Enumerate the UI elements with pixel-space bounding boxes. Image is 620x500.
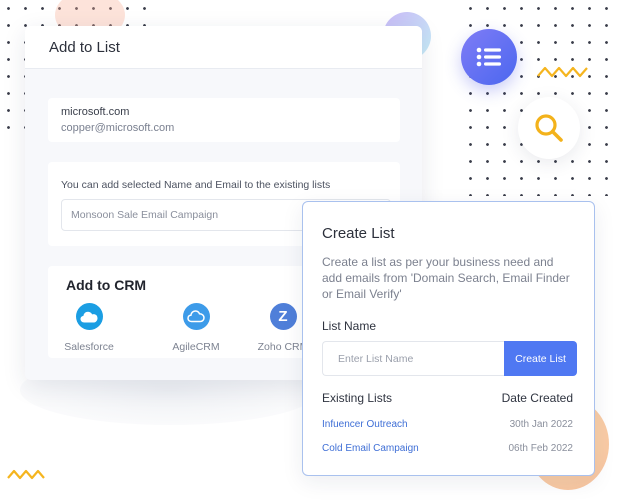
existing-list-date: 06th Feb 2022 — [508, 443, 574, 454]
zoho-z-icon: Z — [269, 303, 297, 330]
existing-list-link[interactable]: Cold Email Campaign — [322, 443, 419, 454]
contact-email: copper@microsoft.com — [61, 122, 175, 134]
crm-salesforce[interactable]: Salesforce — [54, 303, 124, 353]
contact-domain: microsoft.com — [61, 106, 130, 118]
create-list-card: Create List Create a list as per your bu… — [302, 201, 595, 476]
list-name-input[interactable]: Enter List Name — [322, 341, 504, 376]
squiggle-top-right — [537, 66, 588, 78]
crm-title: Add to CRM — [66, 277, 147, 293]
existing-list-link[interactable]: Infuencer Outreach — [322, 419, 408, 430]
list-icon-badge — [461, 29, 517, 85]
existing-lists-header: Existing Lists — [322, 391, 393, 405]
create-list-title: Create List — [322, 225, 395, 242]
salesforce-cloud-icon — [75, 303, 103, 330]
create-list-button[interactable]: Create List — [504, 341, 577, 376]
selected-contact: microsoft.com copper@microsoft.com — [48, 98, 400, 142]
crm-agilecrm-label: AgileCRM — [172, 341, 220, 353]
list-icon — [476, 47, 501, 67]
search-icon — [535, 114, 563, 142]
crm-agilecrm[interactable]: AgileCRM — [161, 303, 231, 353]
existing-list-date: 30th Jan 2022 — [509, 419, 573, 430]
crm-salesforce-label: Salesforce — [64, 341, 114, 353]
squiggle-bottom-left — [7, 469, 45, 480]
lists-hint: You can add selected Name and Email to t… — [61, 179, 331, 191]
zoho-z-glyph: Z — [278, 308, 288, 325]
list-name-label: List Name — [322, 319, 377, 333]
create-list-description: Create a list as per your business need … — [322, 255, 570, 301]
search-icon-badge — [518, 97, 580, 159]
date-created-header: Date Created — [501, 391, 573, 405]
add-to-list-title: Add to List — [25, 26, 422, 69]
agilecrm-cloud-icon — [182, 303, 210, 330]
